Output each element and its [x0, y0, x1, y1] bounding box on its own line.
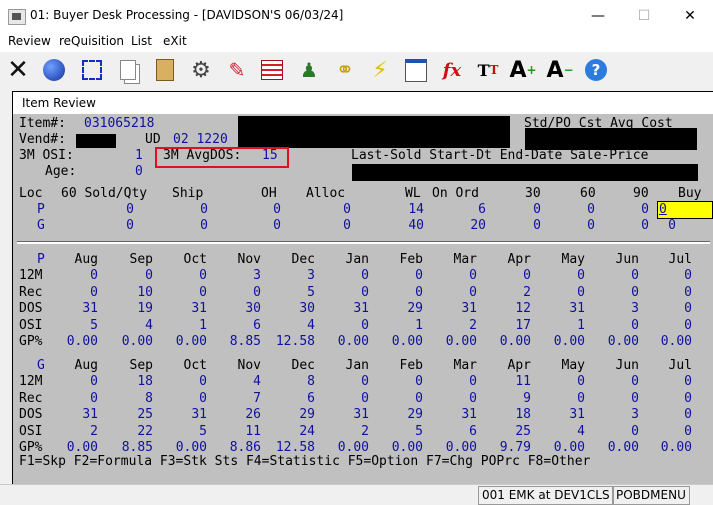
loc-header-1: 60 Sold/Qty: [61, 186, 148, 201]
status-bar: 001 EMK at DEV1CLS POBDMENU: [0, 484, 713, 505]
sale-header: Last-Sold Start-Dt End-Date Sale-Price: [351, 148, 649, 163]
loc-alloc: 0: [343, 202, 351, 217]
month-header: Jul: [668, 358, 692, 373]
item-review-title: Item Review: [22, 96, 96, 110]
month-header: Jul: [668, 252, 692, 267]
minimize-button[interactable]: —: [575, 0, 621, 32]
edit-icon[interactable]: ✎: [223, 56, 251, 84]
month-value: 0: [684, 423, 692, 439]
month-value: 0.00: [660, 334, 692, 349]
loc-oh: 0: [273, 218, 281, 233]
loc-header-3: OH: [261, 186, 277, 201]
loc-header-2: Ship: [172, 186, 204, 201]
users-icon[interactable]: ♟: [295, 56, 323, 84]
item-review-titlebar: Item Review: [13, 92, 713, 114]
month-value: 0: [684, 407, 692, 422]
redacted-block: [238, 134, 510, 148]
month-value: 0: [684, 284, 692, 300]
link-icon[interactable]: ⚭: [331, 56, 359, 84]
month-value: 0: [684, 390, 692, 406]
terminal-screen: Item#: 031065218 Std/PO Cst Avg Cost Ven…: [13, 114, 713, 485]
loc-header-9: 90: [633, 186, 649, 201]
redacted-block: [76, 134, 116, 148]
redacted-block: [525, 128, 697, 150]
maximize-button[interactable]: ☐: [621, 0, 667, 32]
loc-ship: 0: [200, 202, 208, 217]
copy-icon[interactable]: [114, 56, 142, 84]
loc-header-10: Buy: [678, 186, 702, 201]
loc-header-4: Alloc: [306, 186, 346, 201]
lightning-icon[interactable]: ⚡: [366, 56, 394, 84]
decrease-font-icon[interactable]: A −: [546, 56, 574, 84]
paste-icon[interactable]: [151, 56, 179, 84]
loc-buy: 0: [668, 218, 676, 233]
month-value: 0.00: [660, 440, 692, 455]
buy-qty-input[interactable]: 0: [657, 201, 713, 219]
menu-review[interactable]: Review: [8, 34, 51, 48]
app-icon: [8, 9, 26, 25]
loc-header-6: On Ord: [432, 186, 479, 201]
month-value: 0: [684, 374, 692, 389]
avgdos-label: 3M AvgDOS:: [163, 148, 242, 163]
window-title: 01: Buyer Desk Processing - [DAVIDSON'S …: [30, 8, 344, 22]
month-value: 0: [684, 301, 692, 316]
chart-icon[interactable]: [402, 56, 430, 84]
font-icon[interactable]: TT: [474, 56, 502, 84]
status-program: POBDMENU: [612, 486, 690, 505]
loc-ship: 0: [200, 218, 208, 233]
formula-icon[interactable]: fx: [438, 56, 466, 84]
function-keys: F1=Skp F2=Formula F3=Stk Sts F4=Statisti…: [19, 454, 591, 469]
loc-header-7: 30: [525, 186, 541, 201]
buy-qty-value: 0: [659, 202, 667, 217]
item-review-window: Item Review Item#: 031065218 Std/PO Cst …: [12, 91, 713, 485]
month-value: 0: [684, 317, 692, 333]
divider: [17, 241, 710, 244]
increase-font-icon[interactable]: A +: [509, 56, 537, 84]
age-value: 0: [135, 164, 143, 179]
close-button[interactable]: ✕: [667, 0, 713, 32]
menu-list[interactable]: List: [131, 34, 152, 48]
menu-exit[interactable]: eXit: [163, 34, 187, 48]
loc-header-0: Loc: [19, 186, 43, 201]
item-number: 031065218: [84, 116, 155, 131]
ud-value: 02 1220: [173, 132, 228, 147]
menu-bar: Review reQuisition List eXit: [0, 32, 713, 52]
table-icon[interactable]: [258, 56, 286, 84]
loc-alloc: 0: [343, 218, 351, 233]
toolbar: ✕ ⚙ ✎ ♟ ⚭ ⚡ fx TT A + A − ?: [0, 52, 713, 88]
loc-header-8: 60: [580, 186, 596, 201]
select-icon[interactable]: [78, 56, 106, 84]
status-session: 001 EMK at DEV1CLS: [478, 486, 614, 505]
exit-icon[interactable]: ✕: [4, 55, 32, 85]
age-label: Age:: [45, 164, 77, 179]
vend-label: Vend#:: [19, 132, 66, 147]
ud-label: UD: [145, 132, 161, 147]
osi-label: 3M OSI:: [19, 148, 74, 163]
loc-sold: 0: [126, 202, 134, 217]
menu-requisition[interactable]: reQuisition: [59, 34, 124, 48]
month-value: 0: [684, 268, 692, 283]
item-label: Item#:: [19, 116, 66, 131]
redacted-block: [352, 164, 698, 181]
loc-code: P: [37, 202, 45, 217]
loc-header-5: WL: [405, 186, 421, 201]
loc-code: G: [37, 218, 45, 233]
redacted-block: [238, 116, 510, 134]
loc-sold: 0: [126, 218, 134, 233]
help-icon[interactable]: ?: [582, 56, 610, 84]
loc-d90: 0: [641, 202, 649, 217]
globe-icon[interactable]: [40, 56, 68, 84]
avgdos-value: 15: [262, 148, 278, 163]
settings-icon[interactable]: ⚙: [187, 56, 215, 84]
title-bar: 01: Buyer Desk Processing - [DAVIDSON'S …: [0, 0, 713, 32]
osi-value: 1: [135, 148, 143, 163]
loc-oh: 0: [273, 202, 281, 217]
